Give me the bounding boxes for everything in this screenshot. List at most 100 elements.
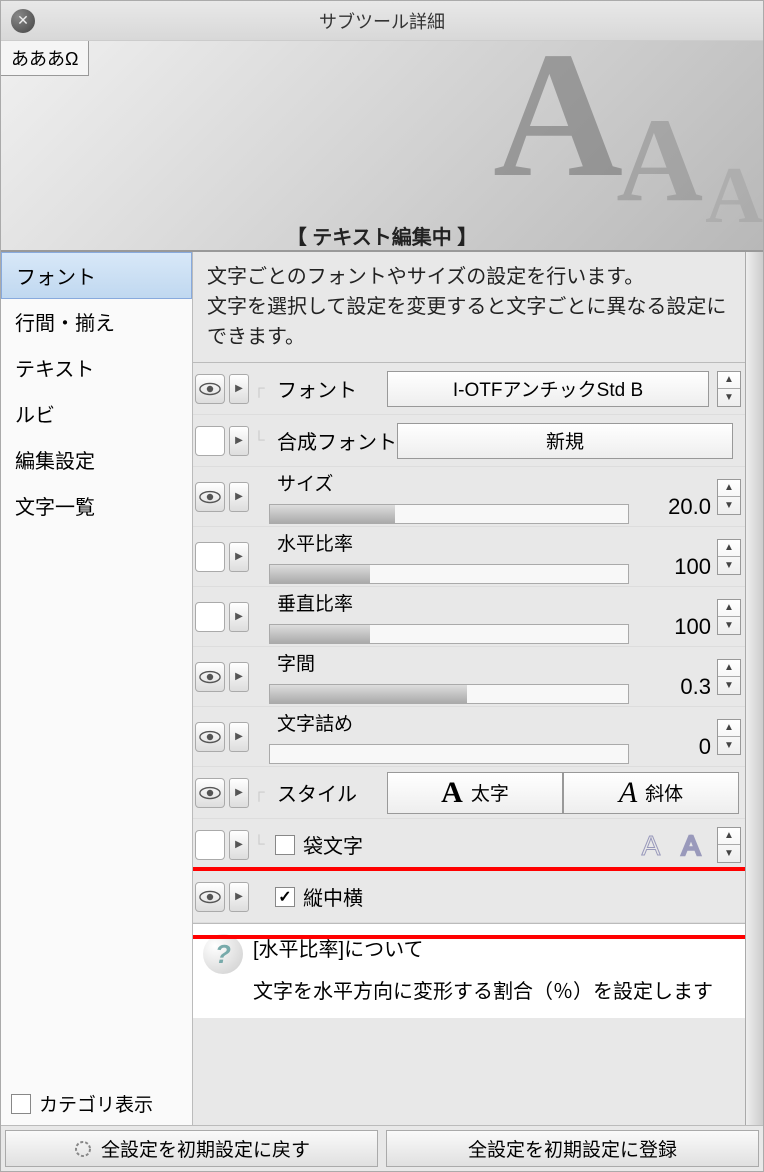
reset-icon — [73, 1139, 93, 1159]
footer: 全設定を初期設定に戻す 全設定を初期設定に登録 — [1, 1125, 763, 1171]
expand-toggle[interactable]: ▶ — [229, 602, 249, 632]
register-all-button[interactable]: 全設定を初期設定に登録 — [386, 1130, 759, 1167]
settings-list: ▶ ┌ フォント I-OTFアンチックStd B ▲▼ ▶ └ 合成フォント 新… — [193, 362, 745, 1125]
h-ratio-label: 水平比率 — [277, 529, 629, 556]
spacing-slider[interactable] — [269, 684, 629, 704]
outline-style-1-icon[interactable]: A — [633, 829, 669, 861]
spacing-spinner[interactable]: ▲▼ — [717, 659, 741, 695]
v-ratio-slider[interactable] — [269, 624, 629, 644]
visibility-toggle[interactable] — [195, 722, 225, 752]
italic-icon: A — [619, 776, 637, 810]
expand-toggle[interactable]: ▶ — [229, 778, 249, 808]
tree-line: ┌ — [249, 380, 269, 398]
v-ratio-spinner[interactable]: ▲▼ — [717, 599, 741, 635]
preview-letter-small: A — [705, 151, 763, 242]
expand-toggle[interactable]: ▶ — [229, 662, 249, 692]
preview-sample-tab[interactable]: あああΩ — [1, 41, 89, 76]
description-text: 文字ごとのフォントやサイズの設定を行います。 文字を選択して設定を変更すると文字… — [193, 252, 745, 362]
register-label: 全設定を初期設定に登録 — [468, 1135, 677, 1162]
h-ratio-value: 100 — [674, 554, 711, 580]
tatechuyoko-checkbox[interactable]: ✓ — [275, 887, 295, 907]
tsume-spinner[interactable]: ▲▼ — [717, 719, 741, 755]
expand-toggle[interactable]: ▶ — [229, 882, 249, 912]
h-ratio-spinner[interactable]: ▲▼ — [717, 539, 741, 575]
outline-style-2-icon[interactable]: A — [673, 829, 709, 861]
size-value: 20.0 — [668, 494, 711, 520]
preview-letter-medium: A — [616, 91, 703, 229]
eye-icon — [199, 490, 221, 504]
tatechuyoko-label: 縦中横 — [303, 882, 413, 911]
expand-toggle[interactable]: ▶ — [229, 482, 249, 512]
italic-button[interactable]: A 斜体 — [563, 772, 739, 814]
size-label: サイズ — [277, 469, 629, 496]
row-tatechuyoko: ▶ ✓ 縦中横 — [193, 871, 745, 923]
sidebar-list: フォント 行間・揃え テキスト ルビ 編集設定 文字一覧 — [1, 252, 192, 1082]
visibility-toggle-empty[interactable] — [195, 602, 225, 632]
expand-toggle[interactable]: ▶ — [229, 374, 249, 404]
font-dropdown[interactable]: I-OTFアンチックStd B — [387, 371, 709, 407]
tsume-label: 文字詰め — [277, 709, 629, 736]
sidebar-item-ruby[interactable]: ルビ — [1, 391, 192, 437]
sidebar-item-font[interactable]: フォント — [1, 252, 192, 299]
visibility-toggle[interactable] — [195, 374, 225, 404]
v-ratio-value: 100 — [674, 614, 711, 640]
close-button[interactable]: ✕ — [11, 9, 35, 33]
sidebar-item-text[interactable]: テキスト — [1, 345, 192, 391]
tree-line: ┌ — [249, 784, 269, 802]
outline-label: 袋文字 — [303, 830, 633, 859]
row-h-ratio: ▶ 水平比率 100 ▲▼ — [193, 527, 745, 587]
bold-button[interactable]: A 太字 — [387, 772, 563, 814]
help-icon: ? — [203, 934, 243, 974]
h-ratio-slider[interactable] — [269, 564, 629, 584]
bold-icon: A — [441, 776, 463, 810]
eye-icon — [199, 730, 221, 744]
row-tsume: ▶ 文字詰め 0 ▲▼ — [193, 707, 745, 767]
visibility-toggle[interactable] — [195, 778, 225, 808]
expand-toggle[interactable]: ▶ — [229, 426, 249, 456]
tsume-value: 0 — [699, 734, 711, 760]
new-composite-font-button[interactable]: 新規 — [397, 423, 733, 459]
expand-toggle[interactable]: ▶ — [229, 542, 249, 572]
composite-font-label: 合成フォント — [277, 426, 397, 455]
row-composite-font: ▶ └ 合成フォント 新規 — [193, 415, 745, 467]
bold-label: 太字 — [471, 779, 509, 806]
outline-spinner[interactable]: ▲▼ — [717, 827, 741, 863]
help-title: [水平比率]について — [253, 934, 713, 966]
italic-label: 斜体 — [645, 779, 683, 806]
visibility-toggle[interactable] — [195, 662, 225, 692]
visibility-toggle[interactable] — [195, 482, 225, 512]
eye-icon — [199, 786, 221, 800]
v-ratio-label: 垂直比率 — [277, 589, 629, 616]
expand-toggle[interactable]: ▶ — [229, 722, 249, 752]
subtool-detail-window: ✕ サブツール詳細 あああΩ A A A 【 テキスト編集中 】 フォント 行間… — [0, 0, 764, 1172]
help-text: [水平比率]について 文字を水平方向に変形する割合（％）を設定します — [253, 934, 713, 1008]
category-checkbox[interactable] — [11, 1094, 31, 1114]
visibility-toggle-empty[interactable] — [195, 426, 225, 456]
sidebar-item-char-list[interactable]: 文字一覧 — [1, 483, 192, 529]
visibility-toggle-empty[interactable] — [195, 830, 225, 860]
svg-text:A: A — [682, 830, 701, 861]
scrollbar[interactable] — [745, 252, 763, 1125]
row-font: ▶ ┌ フォント I-OTFアンチックStd B ▲▼ — [193, 363, 745, 415]
sidebar-item-edit-settings[interactable]: 編集設定 — [1, 437, 192, 483]
reset-all-button[interactable]: 全設定を初期設定に戻す — [5, 1130, 378, 1167]
tsume-slider[interactable] — [269, 744, 629, 764]
sidebar-item-line[interactable]: 行間・揃え — [1, 299, 192, 345]
visibility-toggle-empty[interactable] — [195, 542, 225, 572]
help-body: 文字を水平方向に変形する割合（％）を設定します — [253, 976, 713, 1008]
window-title: サブツール詳細 — [319, 8, 445, 34]
titlebar: ✕ サブツール詳細 — [1, 1, 763, 41]
main-area: フォント 行間・揃え テキスト ルビ 編集設定 文字一覧 カテゴリ表示 文字ごと… — [1, 251, 763, 1125]
font-spinner[interactable]: ▲▼ — [717, 371, 741, 407]
svg-text:A: A — [642, 830, 661, 861]
visibility-toggle[interactable] — [195, 882, 225, 912]
size-slider[interactable] — [269, 504, 629, 524]
help-section: ? [水平比率]について 文字を水平方向に変形する割合（％）を設定します — [193, 923, 745, 1018]
sidebar: フォント 行間・揃え テキスト ルビ 編集設定 文字一覧 カテゴリ表示 — [1, 252, 193, 1125]
size-spinner[interactable]: ▲▼ — [717, 479, 741, 515]
expand-toggle[interactable]: ▶ — [229, 830, 249, 860]
content-panel: 文字ごとのフォントやサイズの設定を行います。 文字を選択して設定を変更すると文字… — [193, 252, 745, 1125]
reset-label: 全設定を初期設定に戻す — [101, 1135, 310, 1162]
row-spacing: ▶ 字間 0.3 ▲▼ — [193, 647, 745, 707]
outline-checkbox[interactable] — [275, 835, 295, 855]
